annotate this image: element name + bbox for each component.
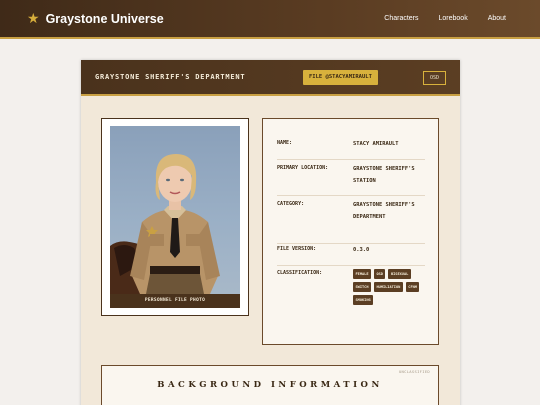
top-navigation-bar: ★ Graystone Universe Characters Lorebook… — [0, 0, 540, 39]
tag[interactable]: HUMILIATION — [373, 282, 403, 292]
classification-tags: FEMALE OSD BISEXUAL SWITCH HUMILIATION C… — [353, 269, 431, 305]
nav-about-link[interactable]: About — [488, 13, 506, 25]
content-rating-badge: OSD — [423, 71, 446, 85]
info-row-category: CATEGORY: GRAYSTONE SHERIFF'S DEPARTMENT — [277, 200, 425, 244]
portrait-illustration — [110, 154, 220, 304]
info-label: CATEGORY: — [277, 201, 305, 207]
card-header: GRAYSTONE SHERIFF'S DEPARTMENT FILE @STA… — [81, 60, 460, 96]
tag[interactable]: SWITCH — [353, 282, 371, 292]
info-label: FILE VERSION: — [277, 246, 317, 252]
personnel-photo — [110, 126, 240, 304]
tag[interactable]: BISEXUAL — [388, 269, 411, 279]
department-title: GRAYSTONE SHERIFF'S DEPARTMENT — [95, 73, 246, 81]
site-title[interactable]: Graystone Universe — [46, 10, 164, 28]
tag[interactable]: FEMALE — [353, 269, 371, 279]
info-label: CLASSIFICATION: — [277, 270, 323, 276]
star-icon: ★ — [27, 11, 40, 27]
classification-stamp: UNCLASSIFIED — [398, 369, 430, 374]
info-row-primary-location: PRIMARY LOCATION: GRAYSTONE SHERIFF'S ST… — [277, 164, 425, 196]
info-value: STACY AMIRAULT — [353, 141, 399, 147]
info-value: 0.3.0 — [353, 247, 370, 253]
info-row-name: NAME: STACY AMIRAULT — [277, 139, 425, 160]
photo-frame: PERSONNEL FILE PHOTO — [101, 118, 249, 316]
info-label: PRIMARY LOCATION: — [277, 165, 329, 171]
tag[interactable]: SMOKING — [353, 295, 374, 305]
main-nav: Characters Lorebook About — [384, 13, 506, 25]
photo-caption: PERSONNEL FILE PHOTO — [110, 294, 240, 308]
info-row-file-version: FILE VERSION: 0.3.0 — [277, 245, 425, 266]
brand[interactable]: ★ Graystone Universe — [27, 10, 164, 28]
info-value: GRAYSTONE SHERIFF'S DEPARTMENT — [353, 202, 415, 220]
nav-lorebook-link[interactable]: Lorebook — [439, 13, 468, 25]
info-row-classification: CLASSIFICATION: FEMALE OSD BISEXUAL SWIT… — [277, 269, 425, 329]
info-label: NAME: — [277, 140, 293, 146]
background-information-section: UNCLASSIFIED BACKGROUND INFORMATION — [101, 365, 439, 405]
file-handle-badge: FILE @STACYAMIRAULT — [303, 70, 378, 85]
personnel-file-card: GRAYSTONE SHERIFF'S DEPARTMENT FILE @STA… — [81, 60, 460, 405]
tag[interactable]: CFNM — [405, 282, 420, 292]
info-value: GRAYSTONE SHERIFF'S STATION — [353, 166, 415, 184]
nav-characters-link[interactable]: Characters — [384, 13, 418, 25]
tag[interactable]: OSD — [373, 269, 386, 279]
personnel-info-panel: NAME: STACY AMIRAULT PRIMARY LOCATION: G… — [262, 118, 439, 345]
background-heading: BACKGROUND INFORMATION — [157, 380, 383, 390]
